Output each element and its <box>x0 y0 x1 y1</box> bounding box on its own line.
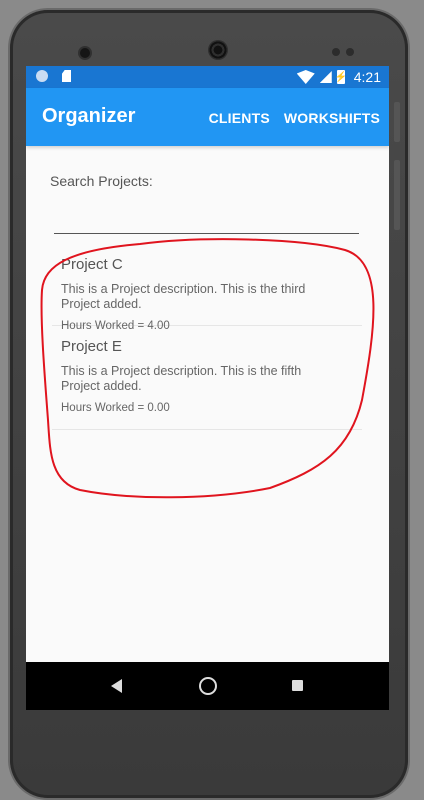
proximity-sensor <box>332 48 340 56</box>
clients-tab[interactable]: CLIENTS <box>209 110 270 126</box>
app-title: Organizer <box>42 105 136 127</box>
status-time: 4:21 <box>353 69 381 85</box>
earpiece-speaker <box>208 40 228 60</box>
project-description: This is a Project description. This is t… <box>61 282 306 311</box>
power-button <box>394 102 400 142</box>
app-screen: ⚡ 4:21 Organizer CLIENTS WORKSHIFTS Sear… <box>26 66 389 662</box>
front-camera <box>80 48 90 58</box>
navigation-bar <box>26 662 389 710</box>
app-bar: Organizer CLIENTS WORKSHIFTS <box>26 88 389 146</box>
recent-apps-icon[interactable] <box>292 680 303 691</box>
project-description: This is a Project description. This is t… <box>61 364 302 393</box>
search-label: Search Projects: <box>50 173 153 189</box>
notification-icon <box>36 70 48 82</box>
status-bar: ⚡ 4:21 <box>26 66 389 88</box>
project-list-item[interactable]: Project E This is a Project description.… <box>52 326 362 430</box>
search-input[interactable] <box>54 211 359 234</box>
battery-charging-icon: ⚡ <box>334 70 347 84</box>
back-icon[interactable] <box>111 679 122 693</box>
battery-bolt-glyph: ⚡ <box>334 71 347 83</box>
sd-card-icon <box>62 70 71 82</box>
project-title: Project C <box>61 256 123 273</box>
home-icon[interactable] <box>199 677 217 695</box>
project-title: Project E <box>61 338 122 355</box>
project-list-item[interactable]: Project C This is a Project description.… <box>52 244 362 332</box>
wifi-icon <box>296 70 315 84</box>
project-hours: Hours Worked = 0.00 <box>61 402 170 414</box>
light-sensor <box>346 48 354 56</box>
project-list: Project C This is a Project description.… <box>52 244 362 430</box>
workshifts-tab[interactable]: WORKSHIFTS <box>284 110 380 126</box>
cell-signal-icon <box>319 71 332 83</box>
volume-button <box>394 160 400 230</box>
